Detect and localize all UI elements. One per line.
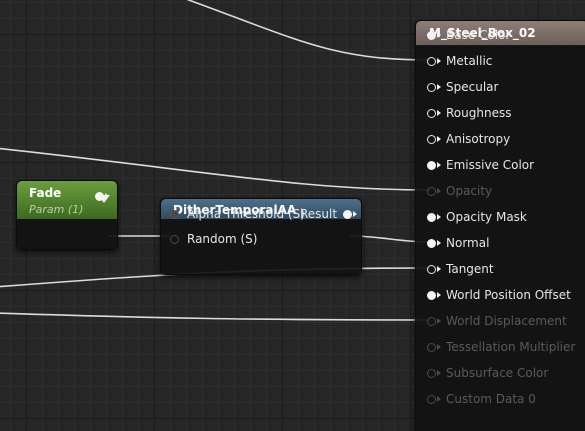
input-pin-icon[interactable] — [427, 290, 436, 300]
input-pin-icon[interactable] — [427, 108, 436, 118]
fade-node-subtitle: Param (1) — [29, 203, 84, 216]
exec-arrow-icon — [437, 370, 441, 376]
material-pin-custom-data-0: Custom Data 0 — [427, 390, 536, 408]
material-pin-roughness[interactable]: Roughness — [427, 104, 511, 122]
pin-label: Tessellation Multiplier — [446, 340, 576, 354]
input-pin-icon[interactable] — [170, 209, 179, 219]
input-pin-icon — [427, 316, 436, 326]
input-pin-icon[interactable] — [427, 56, 436, 66]
exec-arrow-icon — [437, 292, 441, 298]
input-pin-icon[interactable] — [427, 212, 436, 222]
material-pin-anisotropy[interactable]: Anisotropy — [427, 130, 510, 148]
exec-arrow-icon — [437, 58, 441, 64]
input-pin-icon[interactable] — [427, 134, 436, 144]
exec-arrow-icon — [437, 240, 441, 246]
input-pin-icon — [427, 186, 436, 196]
fade-node-title: Fade — [29, 186, 62, 200]
material-pin-metallic[interactable]: Metallic — [427, 52, 492, 70]
material-pin-base-color[interactable]: Base Color — [427, 26, 510, 44]
dither-input-alpha-threshold[interactable]: Alpha Threshold (S) — [170, 205, 305, 223]
pin-label: Roughness — [446, 106, 512, 120]
material-pin-tessellation-multiplier: Tessellation Multiplier — [427, 338, 575, 356]
material-node-body: Base Color Metallic Specular Roughness A… — [416, 28, 585, 431]
exec-arrow-icon — [105, 193, 109, 199]
material-pin-world-position-offset[interactable]: World Position Offset — [427, 286, 571, 304]
fade-node-body — [17, 191, 117, 249]
material-pin-opacity-mask[interactable]: Opacity Mask — [427, 208, 527, 226]
material-pin-emissive-color[interactable]: Emissive Color — [427, 156, 534, 174]
pin-label: World Displacement — [446, 314, 567, 328]
input-pin-icon[interactable] — [170, 234, 179, 244]
exec-arrow-icon — [437, 84, 441, 90]
material-result-node[interactable]: M_Steel_Box_02 Base Color Metallic Specu… — [415, 20, 585, 431]
input-pin-icon — [427, 368, 436, 378]
exec-arrow-icon — [437, 396, 441, 402]
pin-label: Metallic — [446, 54, 493, 68]
material-pin-normal[interactable]: Normal — [427, 234, 489, 252]
material-pin-world-displacement: World Displacement — [427, 312, 567, 330]
pin-label: Opacity — [446, 184, 493, 198]
material-pin-specular[interactable]: Specular — [427, 78, 498, 96]
exec-arrow-icon — [437, 266, 441, 272]
pin-label: Subsurface Color — [446, 366, 549, 380]
pin-label: Tangent — [446, 262, 494, 276]
exec-arrow-icon — [437, 188, 441, 194]
pin-label: Anisotropy — [446, 132, 511, 146]
input-pin-icon[interactable] — [427, 30, 436, 40]
pin-label: World Position Offset — [446, 288, 571, 302]
fade-param-node[interactable]: Fade Param (1) — [16, 180, 118, 250]
exec-arrow-icon — [437, 32, 441, 38]
pin-label: Normal — [446, 236, 490, 250]
output-pin-icon[interactable] — [95, 191, 104, 201]
exec-arrow-icon — [353, 211, 358, 217]
material-graph-canvas[interactable]: Fade Param (1) DitherTemporalAA Alpha Th… — [0, 0, 585, 431]
dither-node-body: Alpha Threshold (S) Result Random (S) — [161, 207, 361, 274]
pin-label: Specular — [446, 80, 499, 94]
pin-label: Custom Data 0 — [446, 392, 536, 406]
exec-arrow-icon — [437, 318, 441, 324]
pin-label: Result — [300, 207, 338, 221]
dither-input-random[interactable]: Random (S) — [170, 230, 257, 248]
exec-arrow-icon — [437, 136, 441, 142]
dither-output-result[interactable]: Result — [300, 205, 358, 223]
pin-label: Alpha Threshold (S) — [187, 207, 305, 221]
input-pin-icon[interactable] — [427, 160, 436, 170]
wire-world-position-offset[interactable] — [0, 312, 431, 321]
pin-label: Base Color — [446, 28, 511, 42]
material-pin-tangent[interactable]: Tangent — [427, 260, 494, 278]
input-pin-icon[interactable] — [427, 238, 436, 248]
input-pin-icon — [427, 342, 436, 352]
pin-label: Random (S) — [187, 232, 258, 246]
material-pin-subsurface-color: Subsurface Color — [427, 364, 548, 382]
output-pin-icon[interactable] — [343, 209, 353, 219]
input-pin-icon[interactable] — [427, 264, 436, 274]
wire-base-color[interactable] — [175, 0, 431, 61]
exec-arrow-icon — [437, 162, 441, 168]
dither-temporal-aa-node[interactable]: DitherTemporalAA Alpha Threshold (S) Res… — [160, 198, 362, 275]
input-pin-icon — [427, 394, 436, 404]
exec-arrow-icon — [437, 214, 441, 220]
input-pin-icon[interactable] — [427, 82, 436, 92]
exec-arrow-icon — [437, 344, 441, 350]
material-pin-opacity: Opacity — [427, 182, 492, 200]
exec-arrow-icon — [437, 110, 441, 116]
fade-output-pin-row[interactable] — [95, 187, 109, 205]
pin-label: Opacity Mask — [446, 210, 527, 224]
pin-label: Emissive Color — [446, 158, 535, 172]
